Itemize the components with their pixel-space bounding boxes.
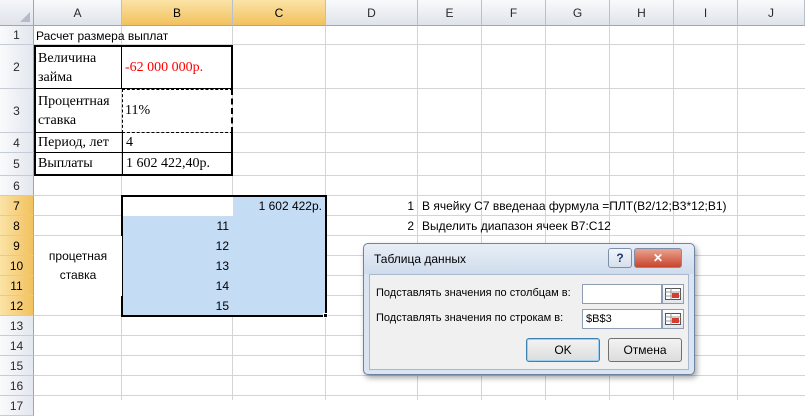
cell-d8[interactable]: 2 bbox=[326, 216, 418, 236]
cell-a5[interactable]: Выплаты bbox=[34, 153, 122, 176]
row-header-5[interactable]: 5 bbox=[0, 153, 34, 176]
row-header-11[interactable]: 11 bbox=[0, 276, 34, 296]
cell-a3[interactable]: Процентная ставка bbox=[34, 89, 122, 133]
row-header-15[interactable]: 15 bbox=[0, 356, 34, 376]
fill-handle[interactable] bbox=[323, 313, 328, 318]
select-all-corner[interactable] bbox=[0, 0, 34, 26]
column-header-g[interactable]: G bbox=[546, 0, 610, 26]
column-input-field[interactable] bbox=[582, 284, 662, 304]
column-header-h[interactable]: H bbox=[610, 0, 674, 26]
cell-b5[interactable]: 1 602 422,40р. bbox=[122, 153, 233, 176]
row-header-13[interactable]: 13 bbox=[0, 316, 34, 336]
cell-b3[interactable]: 11% bbox=[122, 89, 233, 133]
range-select-icon bbox=[665, 288, 681, 300]
cell-b4[interactable]: 4 bbox=[122, 133, 233, 153]
row-header-9[interactable]: 9 bbox=[0, 236, 34, 256]
row-header-10[interactable]: 10 bbox=[0, 256, 34, 276]
selection-border bbox=[121, 195, 327, 317]
row-header-4[interactable]: 4 bbox=[0, 133, 34, 153]
row-header-12[interactable]: 12 bbox=[0, 296, 34, 316]
row-header-17[interactable]: 17 bbox=[0, 396, 34, 416]
cell-a4[interactable]: Период, лет bbox=[34, 133, 122, 153]
row-header-2[interactable]: 2 bbox=[0, 45, 34, 89]
column-header-i[interactable]: I bbox=[674, 0, 738, 26]
cell-a1[interactable]: Расчет размера выплат bbox=[36, 26, 336, 45]
cell-e8[interactable]: Выделить диапазон ячеек B7:C12 bbox=[422, 216, 722, 236]
column-header-j[interactable]: J bbox=[738, 0, 805, 26]
column-header-a[interactable]: A bbox=[34, 0, 122, 26]
column-range-select-button[interactable] bbox=[662, 284, 684, 304]
close-button[interactable]: ✕ bbox=[634, 248, 682, 268]
help-button[interactable]: ? bbox=[608, 248, 632, 268]
data-table-dialog: Таблица данных ? ✕ Подставлять значения … bbox=[363, 243, 695, 375]
cell-b2[interactable]: -62 000 000р. bbox=[122, 45, 233, 89]
dialog-body: Подставлять значения по столбцам в: Подс… bbox=[369, 274, 689, 370]
row-header-16[interactable]: 16 bbox=[0, 376, 34, 396]
row-header-6[interactable]: 6 bbox=[0, 176, 34, 196]
gridline bbox=[34, 395, 805, 396]
row-header-14[interactable]: 14 bbox=[0, 336, 34, 356]
column-header-f[interactable]: F bbox=[482, 0, 546, 26]
row-range-select-button[interactable] bbox=[662, 309, 684, 329]
dialog-titlebar[interactable]: Таблица данных ? ✕ bbox=[364, 244, 694, 274]
column-header-b[interactable]: B bbox=[122, 0, 233, 26]
gridline bbox=[34, 375, 805, 376]
row-header-7[interactable]: 7 bbox=[0, 196, 34, 216]
row-header-3[interactable]: 3 bbox=[0, 89, 34, 133]
cell-d7[interactable]: 1 bbox=[326, 196, 418, 216]
cell-a-merged[interactable]: процетная ставка bbox=[34, 236, 122, 296]
cancel-button[interactable]: Отмена bbox=[608, 338, 682, 362]
column-header-e[interactable]: E bbox=[418, 0, 482, 26]
row-header-1[interactable]: 1 bbox=[0, 26, 34, 45]
row-input-field[interactable]: $B$3 bbox=[582, 309, 662, 329]
row-input-label: Подставлять значения по строкам в: bbox=[376, 312, 564, 324]
cell-a2[interactable]: Величина займа bbox=[34, 45, 122, 89]
range-select-icon bbox=[665, 313, 681, 325]
column-header-c[interactable]: C bbox=[233, 0, 326, 26]
cell-e7[interactable]: В ячейку С7 введенаа фурмула =ПЛТ(B2/12;… bbox=[422, 196, 805, 216]
column-header-d[interactable]: D bbox=[326, 0, 418, 26]
dialog-title: Таблица данных bbox=[374, 252, 466, 266]
ok-button[interactable]: OK bbox=[526, 338, 600, 362]
column-input-label: Подставлять значения по столбцам в: bbox=[376, 287, 571, 299]
row-header-8[interactable]: 8 bbox=[0, 216, 34, 236]
